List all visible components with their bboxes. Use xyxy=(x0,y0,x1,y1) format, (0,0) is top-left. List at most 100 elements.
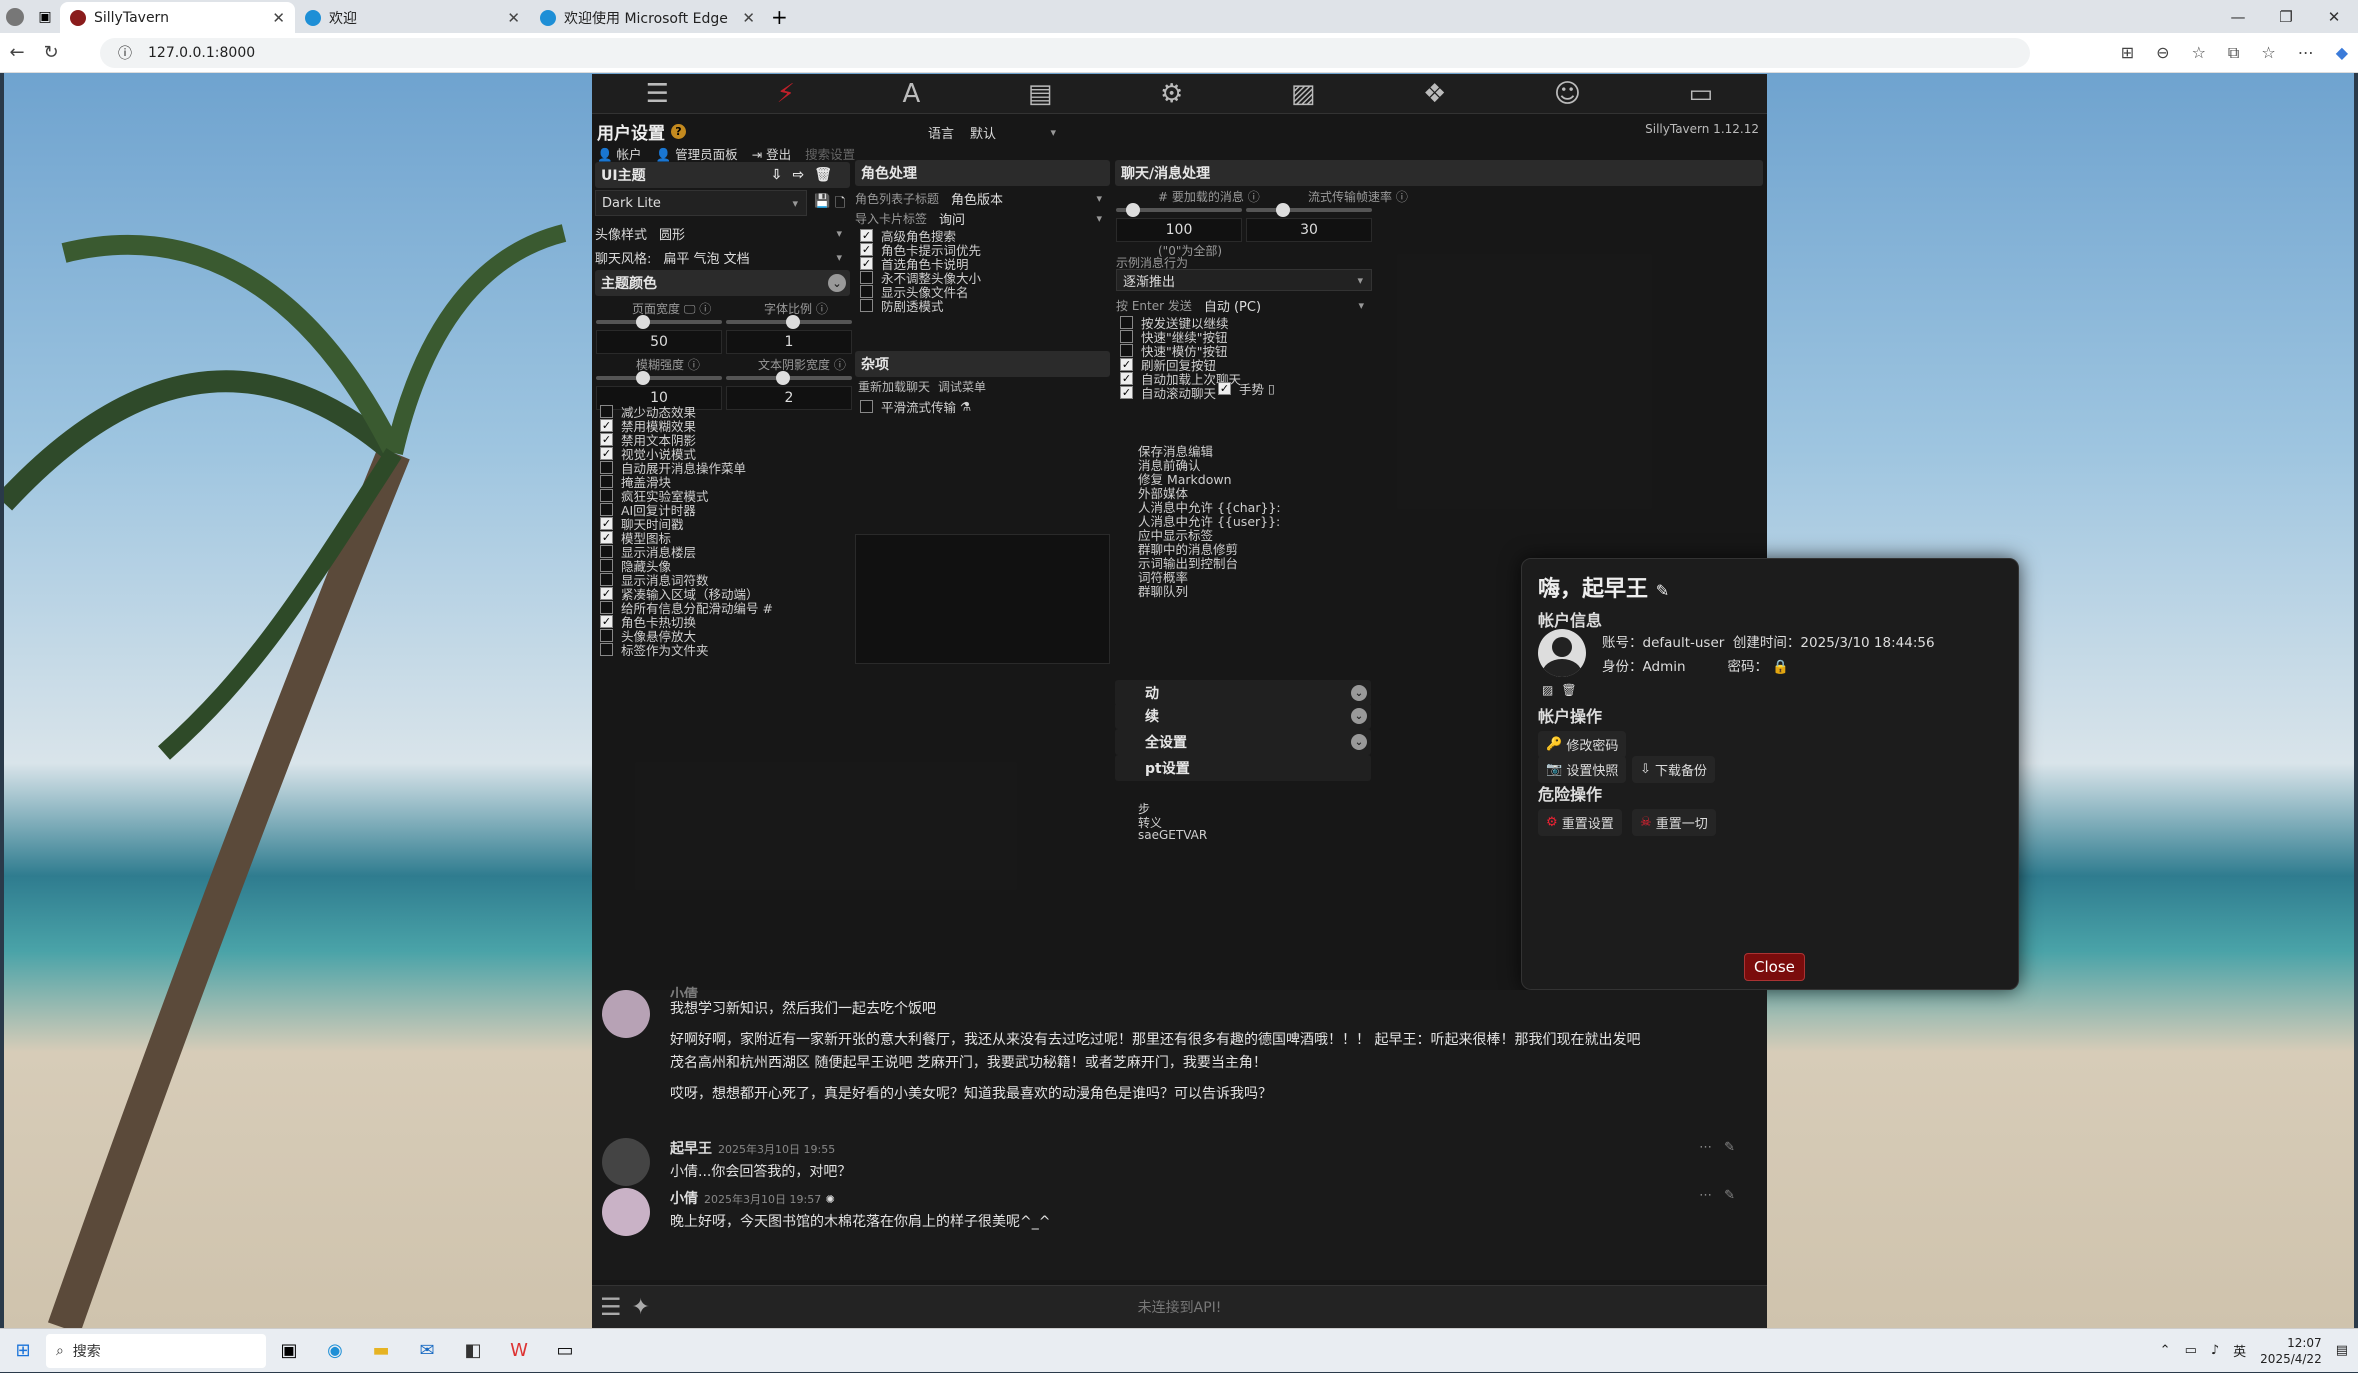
language-select[interactable]: 默认 xyxy=(964,119,1064,145)
checkbox-icon[interactable]: ✓ xyxy=(1120,357,1133,371)
checkbox-icon[interactable] xyxy=(600,572,613,586)
stream-rate-slider[interactable] xyxy=(1246,203,1372,217)
options-menu-icon[interactable]: ☰ xyxy=(600,1293,622,1321)
checkbox-icon[interactable]: ✓ xyxy=(1120,385,1133,399)
edge-taskbar-icon[interactable]: ◉ xyxy=(312,1329,358,1373)
checkbox-icon[interactable]: ✓ xyxy=(860,228,873,242)
volume-icon[interactable]: ♪ xyxy=(2211,1343,2219,1358)
theme-colors-header[interactable]: 主题颜色 ⌄ xyxy=(595,270,850,296)
checkbox-icon[interactable]: ✓ xyxy=(600,516,613,530)
extensions-cubes-icon[interactable]: ❖ xyxy=(1423,79,1446,109)
smile-icon[interactable]: ☺ xyxy=(1554,79,1581,109)
collapsible-section[interactable]: 全设置 ⌄ xyxy=(1115,729,1371,755)
font-scale-input[interactable]: 1 xyxy=(726,330,852,354)
example-select[interactable]: 逐渐推出 xyxy=(1116,269,1372,291)
image-icon[interactable]: ▨ xyxy=(1291,79,1316,109)
tab-edge-welcome[interactable]: 欢迎使用 Microsoft Edge ✕ xyxy=(530,2,765,33)
char-list-select[interactable]: 角色版本 xyxy=(945,188,1110,208)
font-scale-slider[interactable] xyxy=(726,315,852,329)
new-tab-button[interactable]: + xyxy=(771,5,788,29)
stream-rate-input[interactable]: 30 xyxy=(1246,218,1372,242)
url-field[interactable]: ⓘ 127.0.0.1:8000 xyxy=(100,38,2030,68)
checkbox-icon[interactable] xyxy=(600,628,613,642)
tab-welcome[interactable]: 欢迎 ✕ xyxy=(295,2,530,33)
save-as-theme-icon[interactable]: 🗋 xyxy=(835,194,845,216)
outlook-taskbar-icon[interactable]: ✉ xyxy=(404,1329,450,1373)
checkbox-icon[interactable]: ✓ xyxy=(860,242,873,256)
import-select[interactable]: 询问 xyxy=(933,208,1110,228)
font-icon[interactable]: A xyxy=(902,79,920,109)
close-button[interactable]: Close xyxy=(1744,953,1805,981)
text-shadow-slider[interactable] xyxy=(726,371,852,385)
custom-css-textarea[interactable] xyxy=(855,534,1110,664)
back-icon[interactable]: ← xyxy=(0,42,34,63)
network-icon[interactable]: ▭ xyxy=(2185,1343,2197,1358)
collapsible-section[interactable]: pt设置 xyxy=(1115,755,1371,781)
checkbox-icon[interactable] xyxy=(600,544,613,558)
edit-message-icon[interactable]: ✎ xyxy=(1724,1140,1747,1155)
checkbox-icon[interactable] xyxy=(600,474,613,488)
checkbox-icon[interactable] xyxy=(600,502,613,516)
checkbox-icon[interactable] xyxy=(600,460,613,474)
close-tab-icon[interactable]: ✕ xyxy=(507,9,520,27)
theme-actions-icon[interactable]: ⇩⇨🗑 xyxy=(771,167,842,183)
chat-input[interactable]: 未连接到API! xyxy=(1138,1297,1222,1317)
account-button[interactable]: 👤 帐户 xyxy=(597,144,642,163)
maximize-icon[interactable]: ❐ xyxy=(2262,0,2310,33)
task-view-icon[interactable]: ▣ xyxy=(266,1329,312,1373)
tab-actions-icon[interactable]: ▣ xyxy=(30,9,60,25)
chevron-down-icon[interactable]: ⌄ xyxy=(1351,708,1367,724)
edit-message-icon[interactable]: ✎ xyxy=(1724,1188,1747,1203)
close-tab-icon[interactable]: ✕ xyxy=(272,9,285,27)
reset-all-button[interactable]: ☠ 重置一切 xyxy=(1632,809,1716,836)
more-icon[interactable]: ⋯ xyxy=(1699,1140,1724,1155)
app-icon[interactable]: ⊞ xyxy=(2121,43,2134,63)
favorites-bar-icon[interactable]: ☆ xyxy=(2261,43,2275,63)
chevron-down-icon[interactable]: ⌄ xyxy=(1351,734,1367,750)
favorite-icon[interactable]: ☆ xyxy=(2192,43,2206,63)
profile-icon[interactable] xyxy=(0,0,30,33)
notes-taskbar-icon[interactable]: ◧ xyxy=(450,1329,496,1373)
checkbox-icon[interactable] xyxy=(600,600,613,614)
help-icon[interactable]: ? xyxy=(671,124,686,139)
minimize-icon[interactable]: — xyxy=(2214,0,2262,33)
checkbox-icon[interactable]: ✓ xyxy=(1120,371,1133,385)
more-icon[interactable]: ⋯ xyxy=(1699,1188,1724,1203)
sliders-icon[interactable]: ☰ xyxy=(646,79,669,109)
checkbox-icon[interactable]: ✓ xyxy=(600,432,613,446)
swipe-checkbox[interactable]: ✓ 手势 ▯ xyxy=(1218,378,1275,399)
copilot-icon[interactable]: ◆ xyxy=(2336,43,2348,63)
magic-wand-icon[interactable]: ✦ xyxy=(632,1295,650,1320)
plug-icon[interactable]: ⚡ xyxy=(777,79,795,109)
chevron-down-icon[interactable]: ⌄ xyxy=(828,274,846,292)
extensions-icon[interactable]: ⧉ xyxy=(2228,43,2239,63)
checkbox-icon[interactable] xyxy=(1120,329,1133,343)
checkbox-icon[interactable]: ✓ xyxy=(860,256,873,270)
tray-chevron-icon[interactable]: ⌃ xyxy=(2160,1343,2171,1358)
edit-name-icon[interactable]: ✎ xyxy=(1656,581,1669,600)
msg-count-input[interactable]: 100 xyxy=(1116,218,1242,242)
checkbox-icon[interactable] xyxy=(860,270,873,284)
page-width-input[interactable]: 50 xyxy=(596,330,722,354)
checkbox-item[interactable]: 标签作为文件夹 xyxy=(600,642,773,658)
checkbox-icon[interactable] xyxy=(860,298,873,312)
checkbox-icon[interactable] xyxy=(600,558,613,572)
explorer-taskbar-icon[interactable]: ▬ xyxy=(358,1329,404,1373)
id-card-icon[interactable]: ▭ xyxy=(1689,79,1714,109)
close-window-icon[interactable]: ✕ xyxy=(2310,0,2358,33)
change-avatar-icon[interactable]: ▨ xyxy=(1542,683,1561,697)
smooth-stream-checkbox[interactable]: 平滑流式传输 ⚗ xyxy=(860,396,971,417)
logout-button[interactable]: ⇥ 登出 xyxy=(752,144,791,163)
debug-menu-button[interactable]: 调试菜单 xyxy=(938,378,986,395)
taskbar-search[interactable]: ⌕ 搜索 xyxy=(46,1333,266,1368)
lock-icon[interactable]: 🔒 xyxy=(1772,659,1789,675)
page-width-slider[interactable] xyxy=(596,315,722,329)
checkbox-icon[interactable] xyxy=(1120,315,1133,329)
snapshot-button[interactable]: 📷 设置快照 xyxy=(1538,756,1627,783)
clock[interactable]: 12:07 2025/4/22 xyxy=(2260,1335,2322,1367)
save-theme-icon[interactable]: 💾 xyxy=(814,194,830,209)
checkbox-icon[interactable]: ✓ xyxy=(600,614,613,628)
checkbox-icon[interactable] xyxy=(600,404,613,418)
delete-avatar-icon[interactable]: 🗑 xyxy=(1561,683,1584,697)
checkbox-icon[interactable] xyxy=(600,488,613,502)
